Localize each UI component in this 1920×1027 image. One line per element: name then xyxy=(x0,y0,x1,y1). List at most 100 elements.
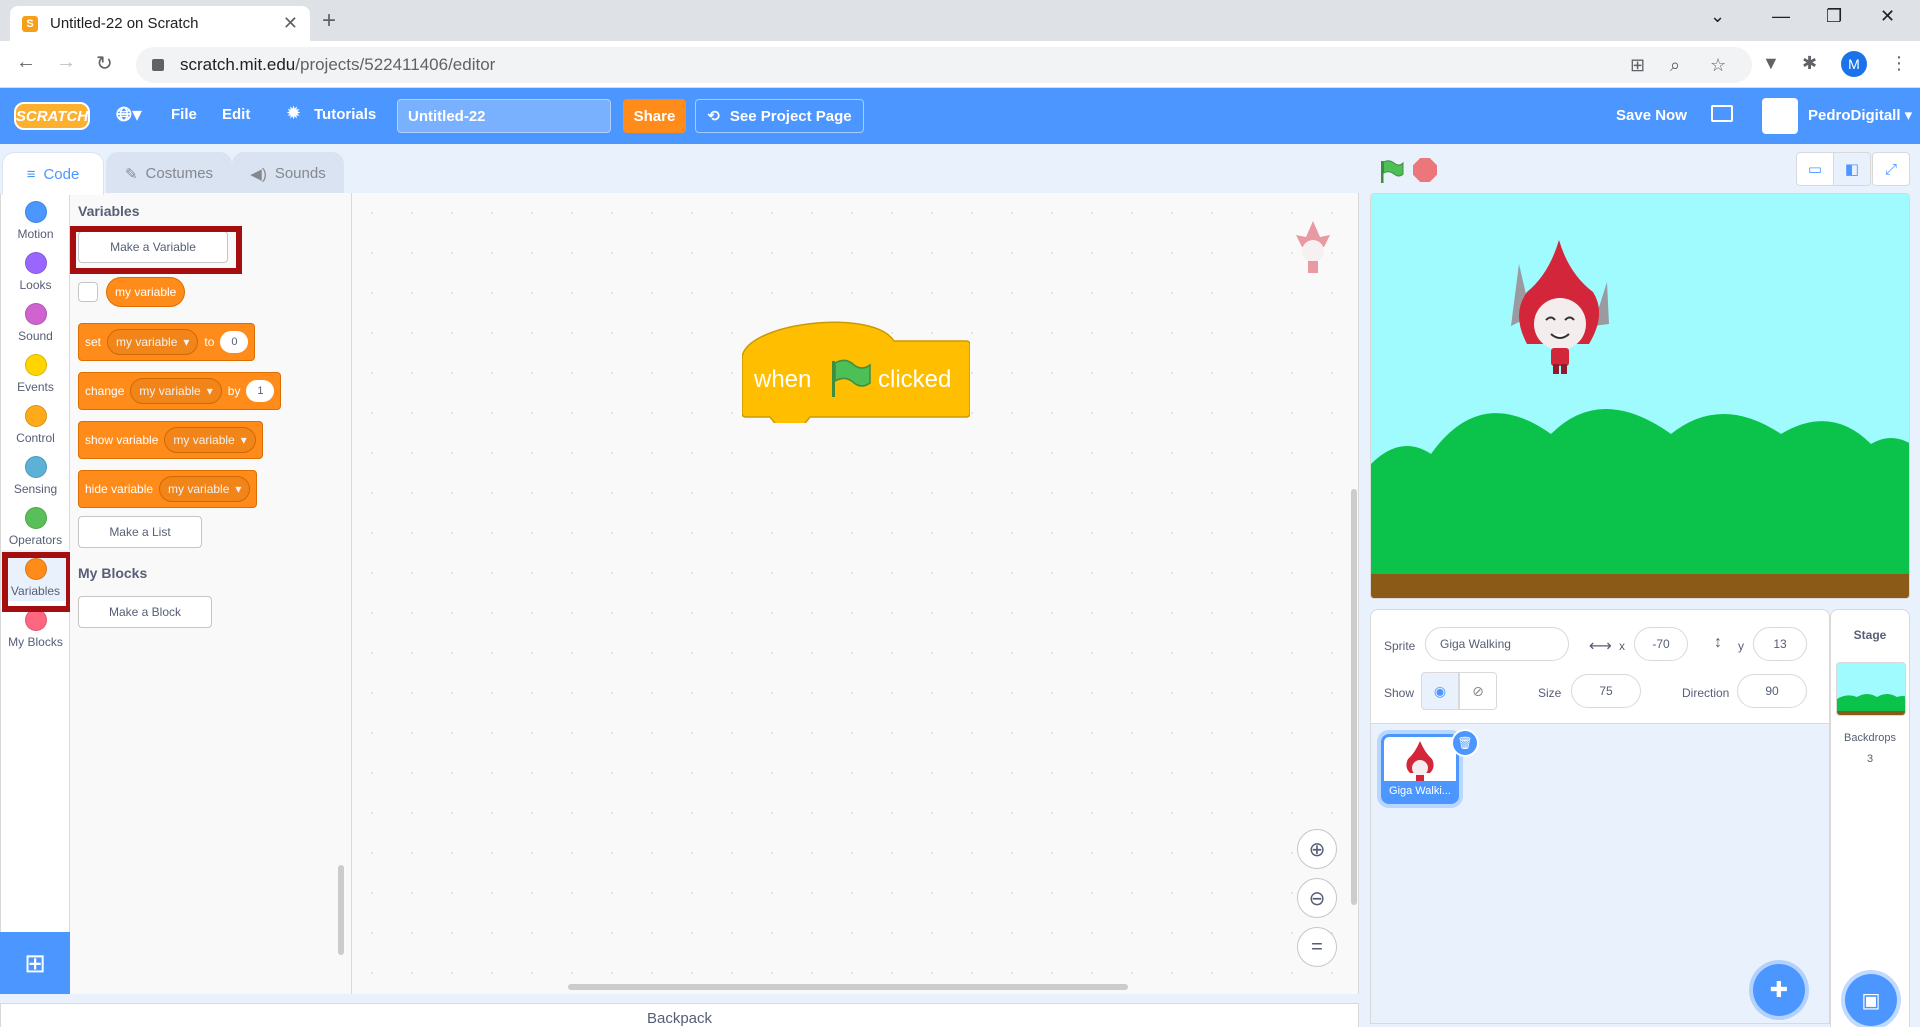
scratch-menubar: SCRATCH 🌐︎▾ File Edit ✹ Tutorials Untitl… xyxy=(0,88,1920,144)
make-block-label: Make a Block xyxy=(108,605,182,619)
change-variable-dropdown[interactable]: my variable ▾ xyxy=(130,378,222,404)
size-input[interactable]: 75 xyxy=(1571,674,1641,708)
file-menu[interactable]: File xyxy=(171,106,197,123)
sprite-tile-giga[interactable]: Giga Walki... 🗑︎ xyxy=(1381,729,1479,804)
when-flag-clicked-block[interactable]: when clicked xyxy=(742,313,970,423)
normal-stage-button[interactable]: ◧ xyxy=(1833,152,1871,186)
browser-menu-icon[interactable]: ⋮ xyxy=(1890,53,1908,74)
green-flag-run-icon[interactable] xyxy=(1378,158,1406,186)
reload-icon[interactable]: ↻ xyxy=(96,51,113,76)
make-block-button[interactable]: Make a Block xyxy=(78,596,212,628)
browser-tab[interactable]: S Untitled-22 on Scratch ✕ xyxy=(10,6,310,41)
scratch-logo[interactable]: SCRATCH xyxy=(14,102,90,130)
bookmark-star-icon[interactable]: ☆ xyxy=(1710,55,1726,76)
delete-sprite-button[interactable]: 🗑︎ xyxy=(1451,729,1479,757)
my-variable-reporter[interactable]: my variable xyxy=(106,277,186,307)
make-list-button[interactable]: Make a List xyxy=(78,516,202,548)
hide-sprite-button[interactable]: ⊘ xyxy=(1459,672,1497,710)
change-value-field[interactable]: 1 xyxy=(246,380,275,402)
forward-icon[interactable]: → xyxy=(56,51,76,74)
zoom-out-button[interactable]: ⊖ xyxy=(1297,878,1337,918)
profile-avatar[interactable]: M xyxy=(1841,51,1867,77)
my-variable-checkbox[interactable] xyxy=(78,282,98,302)
zoom-reset-button[interactable]: = xyxy=(1297,927,1337,967)
stop-icon[interactable] xyxy=(1413,158,1437,182)
to-label: to xyxy=(204,335,215,349)
stage-canvas[interactable] xyxy=(1370,193,1910,599)
editor-tabs: ≡ Code ✎ Costumes ◀) Sounds xyxy=(0,152,344,195)
zoom-in-button[interactable]: ⊕ xyxy=(1297,829,1337,869)
edit-menu[interactable]: Edit xyxy=(222,106,250,123)
speaker-icon: ◀) xyxy=(250,165,267,183)
script-area[interactable]: when clicked ⊕ ⊖ = xyxy=(352,193,1359,994)
extension-icon[interactable]: ▼ xyxy=(1762,53,1780,74)
choose-backdrop-button[interactable]: ▣ xyxy=(1845,974,1897,1026)
category-looks[interactable]: Looks xyxy=(1,244,70,295)
my-stuff-folder-icon[interactable] xyxy=(1711,105,1733,122)
palette-scrollbar[interactable] xyxy=(338,865,344,955)
dropdown-arrow-icon: ▾ xyxy=(206,384,213,398)
project-title-input[interactable]: Untitled-22 xyxy=(397,99,611,133)
dropdown-arrow-icon: ▾ xyxy=(240,433,247,447)
set-variable-dropdown[interactable]: my variable ▾ xyxy=(107,329,199,355)
show-variable-dropdown[interactable]: my variable ▾ xyxy=(164,427,256,453)
category-motion[interactable]: Motion xyxy=(1,193,70,244)
x-label: x xyxy=(1619,639,1625,653)
sprite-name-input[interactable]: Giga Walking xyxy=(1425,627,1569,661)
lightbulb-icon: ✹ xyxy=(286,103,302,123)
new-tab-icon[interactable]: + xyxy=(322,7,336,35)
category-control[interactable]: Control xyxy=(1,397,70,448)
account-menu[interactable]: PedroDigitall ▾ xyxy=(1808,106,1912,124)
y-label: y xyxy=(1738,639,1744,653)
hide-variable-block[interactable]: hide variable my variable ▾ xyxy=(78,470,258,508)
stage-target-panel[interactable]: Stage Backdrops 3 ▣ xyxy=(1830,609,1910,1027)
minimize-icon[interactable]: — xyxy=(1772,6,1790,27)
show-sprite-button[interactable]: ◉ xyxy=(1421,672,1459,710)
category-sound[interactable]: Sound xyxy=(1,295,70,346)
globe-icon[interactable]: 🌐︎▾ xyxy=(116,102,142,127)
x-position-input[interactable]: -70 xyxy=(1634,627,1688,661)
script-horizontal-scrollbar[interactable] xyxy=(568,984,1128,990)
save-now-button[interactable]: Save Now xyxy=(1616,107,1687,124)
fullscreen-button[interactable]: ⤢ xyxy=(1872,152,1910,186)
small-stage-button[interactable]: ▭ xyxy=(1796,152,1834,186)
browser-tabstrip: S Untitled-22 on Scratch ✕ + ⌄ — ❐ ✕ xyxy=(0,0,1920,41)
change-variable-block[interactable]: change my variable ▾ by 1 xyxy=(78,372,282,410)
tab-code[interactable]: ≡ Code xyxy=(2,152,104,195)
puzzle-icon[interactable]: ✱ xyxy=(1802,53,1817,74)
category-events[interactable]: Events xyxy=(1,346,70,397)
stage-backdrop xyxy=(1371,194,1909,598)
tab-search-icon[interactable]: ⌄ xyxy=(1710,6,1725,27)
tab-costumes[interactable]: ✎ Costumes xyxy=(106,152,232,194)
backpack-label: Backpack xyxy=(646,1009,713,1027)
sprite-label: Sprite xyxy=(1384,639,1416,653)
see-project-page-button[interactable]: ⟲ See Project Page xyxy=(695,99,864,133)
direction-input[interactable]: 90 xyxy=(1737,674,1807,708)
user-avatar[interactable] xyxy=(1762,98,1798,134)
script-vertical-scrollbar[interactable] xyxy=(1351,489,1357,905)
y-position-input[interactable]: 13 xyxy=(1753,627,1807,661)
show-variable-block[interactable]: show variable my variable ▾ xyxy=(78,421,263,459)
tutorials-menu[interactable]: Tutorials xyxy=(314,106,376,123)
set-variable-block[interactable]: set my variable ▾ to 0 xyxy=(78,323,256,361)
translate-icon[interactable]: ⊞ xyxy=(1630,55,1645,76)
backpack-bar[interactable]: Backpack xyxy=(0,1003,1359,1027)
eye-icon: ◉ xyxy=(1433,682,1447,699)
change-label: change xyxy=(85,384,125,398)
category-sensing[interactable]: Sensing xyxy=(1,448,70,499)
restore-icon[interactable]: ❐ xyxy=(1826,6,1842,27)
tab-sounds[interactable]: ◀) Sounds xyxy=(232,152,344,194)
url-field[interactable]: scratch.mit.edu /projects/522411406/edit… xyxy=(136,47,1752,83)
zoom-icon[interactable]: ⌕ xyxy=(1670,55,1680,76)
choose-sprite-button[interactable]: ✚ xyxy=(1753,964,1805,1016)
tab-close-icon[interactable]: ✕ xyxy=(283,13,298,34)
set-value-field[interactable]: 0 xyxy=(220,331,249,353)
cat-plus-icon: ✚ xyxy=(1769,977,1789,1002)
add-extension-button[interactable]: ⊞ xyxy=(0,932,70,994)
back-icon[interactable]: ← xyxy=(16,51,36,74)
hide-variable-dropdown[interactable]: my variable ▾ xyxy=(159,476,251,502)
category-operators[interactable]: Operators xyxy=(1,499,70,550)
close-window-icon[interactable]: ✕ xyxy=(1880,6,1895,27)
share-button[interactable]: Share xyxy=(623,99,686,133)
code-icon: ≡ xyxy=(26,165,36,183)
